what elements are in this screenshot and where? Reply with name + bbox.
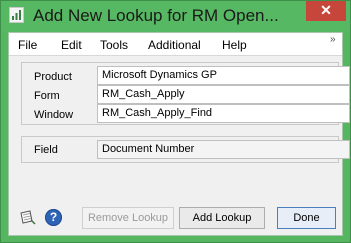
title-bar: Add New Lookup for RM Open... ✕ bbox=[1, 1, 350, 32]
details-panel: Product Microsoft Dynamics GP Form RM_Ca… bbox=[21, 62, 350, 125]
menu-overflow-icon[interactable]: » bbox=[330, 34, 336, 45]
help-icon[interactable]: ? bbox=[45, 209, 62, 226]
footer-bar: ? Remove Lookup Add Lookup Done bbox=[9, 201, 342, 235]
app-icon bbox=[9, 7, 24, 23]
form-value: RM_Cash_Apply bbox=[97, 85, 350, 104]
product-value: Microsoft Dynamics GP bbox=[97, 66, 350, 85]
window-client-area: File Edit Tools Additional Help » Produc… bbox=[8, 32, 350, 236]
close-button[interactable]: ✕ bbox=[306, 1, 346, 21]
note-icon[interactable] bbox=[19, 210, 37, 226]
window-value: RM_Cash_Apply_Find bbox=[97, 104, 350, 123]
menu-edit[interactable]: Edit bbox=[61, 37, 82, 53]
note-icon-glyph bbox=[20, 210, 36, 225]
menu-tools[interactable]: Tools bbox=[100, 37, 128, 53]
add-lookup-button[interactable]: Add Lookup bbox=[179, 207, 265, 229]
remove-lookup-button[interactable]: Remove Lookup bbox=[82, 207, 174, 229]
menu-file[interactable]: File bbox=[18, 37, 37, 53]
window-title: Add New Lookup for RM Open... bbox=[33, 6, 279, 25]
product-label: Product bbox=[34, 71, 72, 83]
menu-additional[interactable]: Additional bbox=[148, 37, 201, 53]
menu-help[interactable]: Help bbox=[222, 37, 247, 53]
field-panel: Field Document Number bbox=[21, 136, 350, 163]
lookup-window: Add New Lookup for RM Open... ✕ File Edi… bbox=[0, 0, 351, 243]
form-label: Form bbox=[34, 90, 60, 102]
menu-bar: File Edit Tools Additional Help » bbox=[9, 33, 342, 56]
field-label: Field bbox=[34, 144, 58, 156]
field-value: Document Number bbox=[97, 140, 350, 159]
done-button[interactable]: Done bbox=[277, 207, 336, 229]
window-label: Window bbox=[34, 109, 74, 121]
chart-icon bbox=[12, 10, 21, 20]
